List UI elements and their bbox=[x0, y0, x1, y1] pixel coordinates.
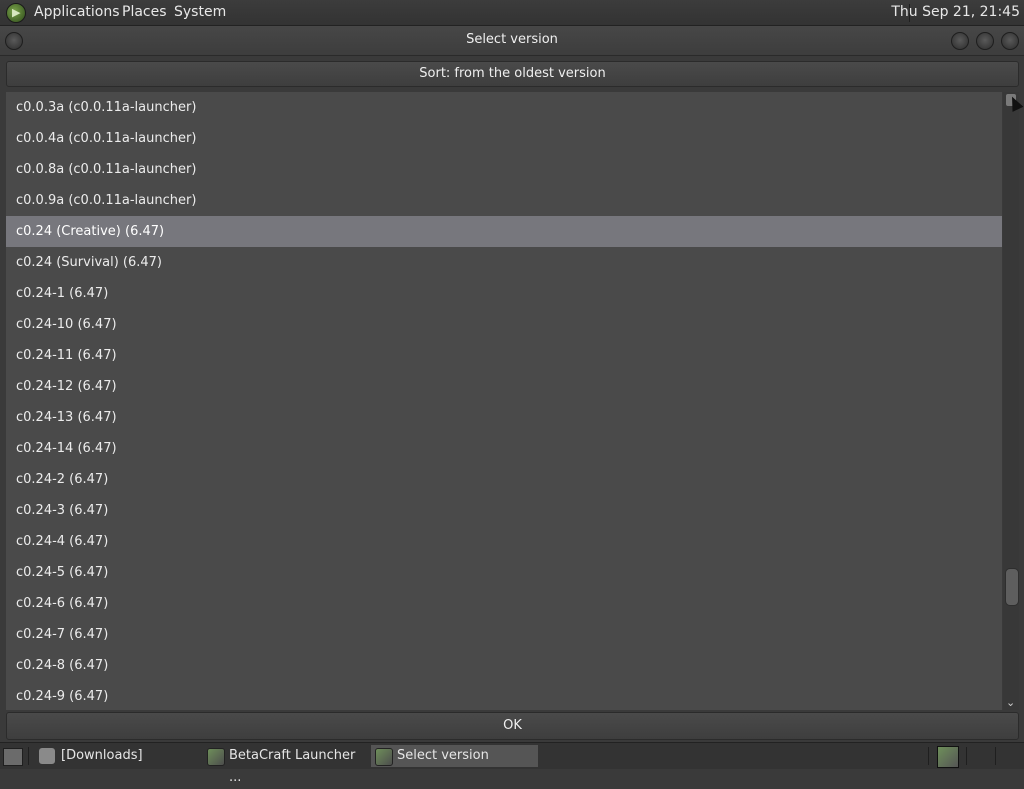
taskbar-item-label: BetaCraft Launcher ... bbox=[229, 748, 356, 785]
version-list-item[interactable]: c0.24-4 (6.47) bbox=[6, 526, 1002, 557]
version-list-item[interactable]: c0.24-6 (6.47) bbox=[6, 588, 1002, 619]
version-list[interactable]: c0.0.3a (c0.0.11a-launcher) c0.0.4a (c0.0… bbox=[6, 92, 1002, 710]
version-list-item[interactable]: c0.24-1 (6.47) bbox=[6, 278, 1002, 309]
top-panel: ▶ Applications Places System Thu Sep 21,… bbox=[0, 0, 1024, 26]
version-list-item[interactable]: c0.24-10 (6.47) bbox=[6, 309, 1002, 340]
minimize-icon[interactable] bbox=[951, 32, 969, 50]
taskbar-item-select-version[interactable]: Select version bbox=[371, 745, 538, 767]
betacraft-icon bbox=[207, 748, 225, 766]
version-list-item[interactable]: c0.24-3 (6.47) bbox=[6, 495, 1002, 526]
taskbar-item-downloads[interactable]: [Downloads] bbox=[35, 745, 200, 767]
sort-button[interactable]: Sort: from the oldest version bbox=[6, 61, 1019, 87]
version-list-item[interactable]: c0.0.8a (c0.0.11a-launcher) bbox=[6, 154, 1002, 185]
version-list-item[interactable]: c0.0.4a (c0.0.11a-launcher) bbox=[6, 123, 1002, 154]
scrollbar[interactable] bbox=[1003, 92, 1019, 710]
version-list-item[interactable]: c0.24-7 (6.47) bbox=[6, 619, 1002, 650]
distro-logo-icon[interactable]: ▶ bbox=[6, 3, 26, 23]
version-list-item[interactable]: c0.0.9a (c0.0.11a-launcher) bbox=[6, 185, 1002, 216]
panel-separator bbox=[28, 747, 29, 765]
version-list-item[interactable]: c0.24-2 (6.47) bbox=[6, 464, 1002, 495]
taskbar-item-betacraft-launcher[interactable]: BetaCraft Launcher ... bbox=[203, 745, 368, 785]
scrollbar-thumb[interactable] bbox=[1005, 568, 1019, 606]
close-icon[interactable] bbox=[1001, 32, 1019, 50]
betacraft-tray-icon[interactable] bbox=[937, 746, 959, 768]
bottom-panel: [Downloads] BetaCraft Launcher ... Selec… bbox=[0, 742, 1024, 785]
version-list-item[interactable]: c0.24-14 (6.47) bbox=[6, 433, 1002, 464]
version-list-item[interactable]: c0.24 (Creative) (6.47) bbox=[6, 216, 1002, 247]
version-list-item[interactable]: c0.0.3a (c0.0.11a-launcher) bbox=[6, 92, 1002, 123]
version-list-item[interactable]: c0.24-8 (6.47) bbox=[6, 650, 1002, 681]
version-list-item[interactable]: c0.24-9 (6.47) bbox=[6, 681, 1002, 710]
panel-separator bbox=[928, 747, 929, 765]
ok-button[interactable]: OK bbox=[6, 712, 1019, 740]
panel-separator bbox=[966, 747, 967, 765]
maximize-icon[interactable] bbox=[976, 32, 994, 50]
version-list-item[interactable]: c0.24-13 (6.47) bbox=[6, 402, 1002, 433]
scroll-down-arrow-icon[interactable]: ⌄ bbox=[1006, 696, 1015, 709]
version-list-item[interactable]: c0.24-11 (6.47) bbox=[6, 340, 1002, 371]
version-list-item[interactable]: c0.24-12 (6.47) bbox=[6, 371, 1002, 402]
folder-icon bbox=[39, 748, 55, 764]
window-title: Select version bbox=[466, 32, 558, 47]
taskbar-item-label: [Downloads] bbox=[61, 748, 143, 763]
panel-separator bbox=[995, 747, 996, 765]
menu-places[interactable]: Places bbox=[122, 4, 167, 20]
show-desktop-icon[interactable] bbox=[3, 748, 23, 766]
version-list-item[interactable]: c0.24 (Survival) (6.47) bbox=[6, 247, 1002, 278]
version-list-item[interactable]: c0.24-5 (6.47) bbox=[6, 557, 1002, 588]
clock[interactable]: Thu Sep 21, 21:45 bbox=[891, 4, 1020, 20]
betacraft-icon bbox=[375, 748, 393, 766]
taskbar-item-label: Select version bbox=[397, 748, 489, 763]
menu-system[interactable]: System bbox=[174, 4, 226, 20]
window-titlebar[interactable]: Select version bbox=[0, 26, 1024, 56]
menu-applications[interactable]: Applications bbox=[34, 4, 120, 20]
